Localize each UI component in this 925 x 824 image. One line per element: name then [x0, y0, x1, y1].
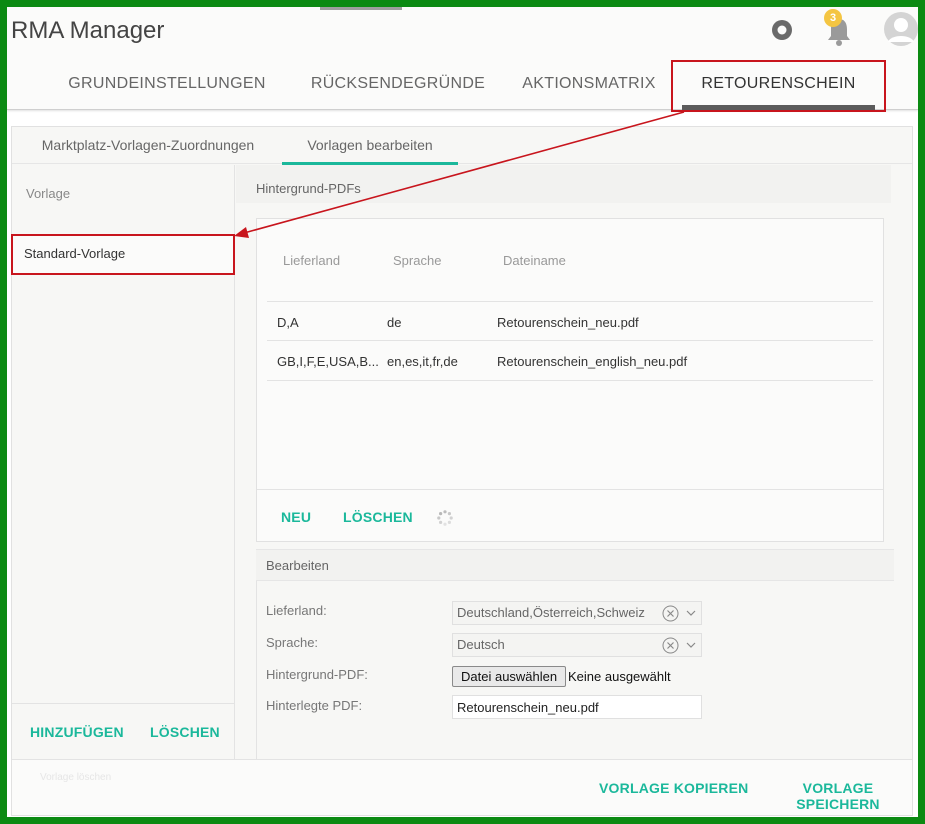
app-header: RMA Manager 3 GRUNDEINSTELLUNGEN RÜCKSEN… [7, 7, 918, 110]
lieferland-value: Deutschland,Österreich,Schweiz [457, 605, 645, 620]
choose-file-button[interactable]: Datei auswählen [452, 666, 567, 687]
tab-label: AKTIONSMATRIX [522, 75, 656, 92]
copy-template-button[interactable]: VORLAGE KOPIEREN [599, 780, 748, 796]
tab-label: RETOURENSCHEIN [701, 75, 856, 92]
tab-ruecksendegruende[interactable]: RÜCKSENDEGRÜNDE [300, 70, 496, 110]
tab-grundeinstellungen[interactable]: GRUNDEINSTELLUNGEN [67, 70, 267, 110]
content-panel: Marktplatz-Vorlagen-Zuordnungen Vorlagen… [11, 126, 913, 816]
add-template-button[interactable]: HINZUFÜGEN [30, 724, 124, 740]
cell-dateiname: Retourenschein_english_neu.pdf [497, 354, 688, 369]
delete-template-button[interactable]: LÖSCHEN [150, 724, 220, 740]
main-tabs: GRUNDEINSTELLUNGEN RÜCKSENDEGRÜNDE AKTIO… [7, 70, 918, 110]
clear-icon[interactable] [662, 605, 679, 622]
template-list-heading: Vorlage [26, 186, 71, 201]
new-pdf-button[interactable]: NEU [281, 509, 311, 525]
tab-vorlagen-bearbeiten[interactable]: Vorlagen bearbeiten [282, 127, 458, 165]
table-row[interactable]: D,A de Retourenschein_neu.pdf [267, 301, 873, 341]
edit-section-header: Bearbeiten [256, 549, 894, 581]
sprache-label: Sprache: [266, 635, 319, 650]
sprache-select[interactable]: Deutsch [452, 633, 702, 657]
active-tab-indicator [682, 105, 875, 110]
clear-icon[interactable] [662, 637, 679, 654]
save-template-button[interactable]: VORLAGE SPEICHERN [764, 780, 912, 812]
background-pdfs-table: Lieferland Sprache Dateiname D,A de Reto… [256, 218, 884, 542]
lieferland-select[interactable]: Deutschland,Österreich,Schweiz [452, 601, 702, 625]
app-title: RMA Manager [11, 17, 165, 44]
tab-label: GRUNDEINSTELLUNGEN [68, 75, 266, 92]
chevron-down-icon[interactable] [686, 609, 696, 617]
template-editor-pane: Hintergrund-PDFs Lieferland Sprache Date… [236, 165, 912, 759]
edit-section-divider [256, 581, 257, 759]
sprache-value: Deutsch [457, 637, 505, 652]
user-avatar-icon[interactable] [883, 11, 919, 47]
file-status: Keine ausgewählt [568, 669, 671, 684]
tab-marktplatz-vorlagen-zuordnungen[interactable]: Marktplatz-Vorlagen-Zuordnungen [28, 127, 268, 164]
template-list-actions: HINZUFÜGEN LÖSCHEN [12, 703, 235, 759]
hinterlegte-pdf-field[interactable] [452, 695, 702, 719]
top-indicator [320, 7, 402, 10]
cell-dateiname: Retourenschein_neu.pdf [497, 315, 639, 330]
cell-lieferland: D,A [277, 315, 299, 330]
background-pdfs-actions: NEU LÖSCHEN [257, 489, 883, 541]
column-header-lieferland: Lieferland [283, 253, 341, 268]
notification-badge: 3 [824, 9, 842, 27]
loading-spinner-icon [437, 510, 453, 526]
cell-lieferland: GB,I,F,E,USA,B... [277, 354, 379, 369]
delete-pdf-button[interactable]: LÖSCHEN [343, 509, 413, 525]
template-list-pane: Vorlage Standard-Vorlage HINZUFÜGEN LÖSC… [12, 165, 235, 759]
settings-icon[interactable] [769, 17, 795, 43]
footer-faded-text: Vorlage löschen [40, 772, 112, 783]
table-row[interactable]: GB,I,F,E,USA,B... en,es,it,fr,de Retoure… [267, 341, 873, 381]
cell-sprache: de [387, 315, 402, 330]
tab-label: RÜCKSENDEGRÜNDE [310, 75, 486, 92]
column-header-dateiname: Dateiname [503, 253, 566, 268]
hintergrund-pdf-label: Hintergrund-PDF: [266, 667, 368, 682]
lieferland-label: Lieferland: [266, 603, 327, 618]
column-header-sprache: Sprache [393, 253, 442, 268]
template-item-label: Standard-Vorlage [24, 246, 126, 261]
cell-sprache: en,es,it,fr,de [387, 354, 458, 369]
footer-bar: Vorlage löschen VORLAGE KOPIEREN VORLAGE… [12, 759, 912, 815]
chevron-down-icon[interactable] [686, 641, 696, 649]
tab-label: Vorlagen bearbeiten [307, 137, 433, 153]
template-item-standard-vorlage[interactable]: Standard-Vorlage [12, 234, 235, 274]
edit-section: Bearbeiten Lieferland: Deutschland,Öster… [256, 549, 894, 759]
tab-aktionsmatrix[interactable]: AKTIONSMATRIX [515, 70, 663, 110]
hinterlegte-pdf-label: Hinterlegte PDF: [266, 698, 363, 713]
sub-tabs: Marktplatz-Vorlagen-Zuordnungen Vorlagen… [12, 127, 912, 165]
tab-retourenschein[interactable]: RETOURENSCHEIN [682, 70, 875, 110]
tab-label: Marktplatz-Vorlagen-Zuordnungen [41, 137, 255, 153]
background-pdfs-header: Hintergrund-PDFs [236, 165, 891, 203]
